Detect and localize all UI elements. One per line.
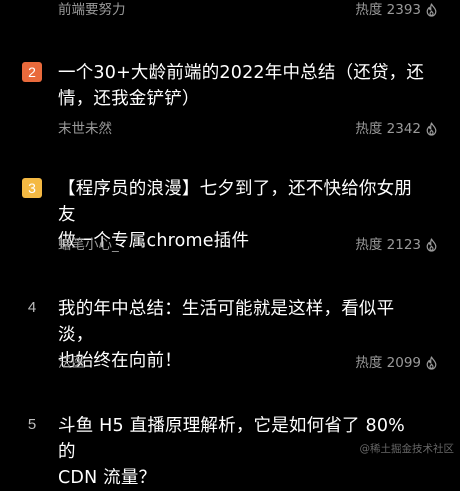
flame-icon <box>426 122 437 136</box>
author-name[interactable]: 蜡笔小心_ <box>58 234 119 256</box>
flame-icon <box>426 3 437 17</box>
author-name[interactable]: 法医 <box>58 352 85 374</box>
heat-label: 热度 2393 <box>355 2 421 18</box>
list-item[interactable]: 2 一个30+大龄前端的2022年中总结（还贷，还 情，还我金铲铲） 末世未然 … <box>0 58 460 144</box>
heat-count: 热度 2123 <box>355 234 438 256</box>
article-title[interactable]: 一个30+大龄前端的2022年中总结（还贷，还 情，还我金铲铲） <box>58 60 428 112</box>
heat-count: 热度 2342 <box>355 118 438 140</box>
article-title-line: 一个30+大龄前端的2022年中总结（还贷，还 <box>58 63 425 83</box>
article-title-line: 斗鱼 H5 直播原理解析，它是如何省了 80% 的 <box>58 416 405 462</box>
heat-label: 热度 2342 <box>355 121 421 137</box>
rank-number: 5 <box>27 416 37 433</box>
flame-icon <box>426 356 437 370</box>
article-title-line: 我的年中总结：生活可能就是这样，看似平淡， <box>58 299 395 345</box>
list-item[interactable]: 4 我的年中总结：生活可能就是这样，看似平淡， 也始终在向前！ 法医 热度 20… <box>0 294 460 380</box>
rank-badge: 2 <box>22 62 42 82</box>
list-item[interactable]: 前端要努力 热度 2393 <box>0 0 460 24</box>
article-title-line: 【程序员的浪漫】七夕到了，还不快给你女朋友 <box>58 179 412 225</box>
item-meta: 蜡笔小心_ 热度 2123 <box>58 234 438 256</box>
watermark: @稀土掘金技术社区 <box>359 443 455 455</box>
rank-badge: 3 <box>22 178 42 198</box>
item-meta: 法医 热度 2099 <box>58 352 438 374</box>
heat-label: 热度 2123 <box>355 237 421 253</box>
item-meta: 前端要努力 热度 2393 <box>58 0 438 21</box>
flame-icon <box>426 238 437 252</box>
heat-count: 热度 2393 <box>355 0 438 21</box>
rank-number: 4 <box>27 299 37 316</box>
item-meta: 末世未然 热度 2342 <box>58 118 438 140</box>
article-title-line: CDN 流量？ <box>58 468 157 488</box>
list-item[interactable]: 3 【程序员的浪漫】七夕到了，还不快给你女朋友 做一个专属chrome插件 蜡笔… <box>0 174 460 260</box>
author-name[interactable]: 末世未然 <box>58 118 112 140</box>
heat-label: 热度 2099 <box>355 355 421 371</box>
article-title-line: 情，还我金铲铲） <box>58 89 200 109</box>
author-name[interactable]: 前端要努力 <box>58 0 126 21</box>
heat-count: 热度 2099 <box>355 352 438 374</box>
